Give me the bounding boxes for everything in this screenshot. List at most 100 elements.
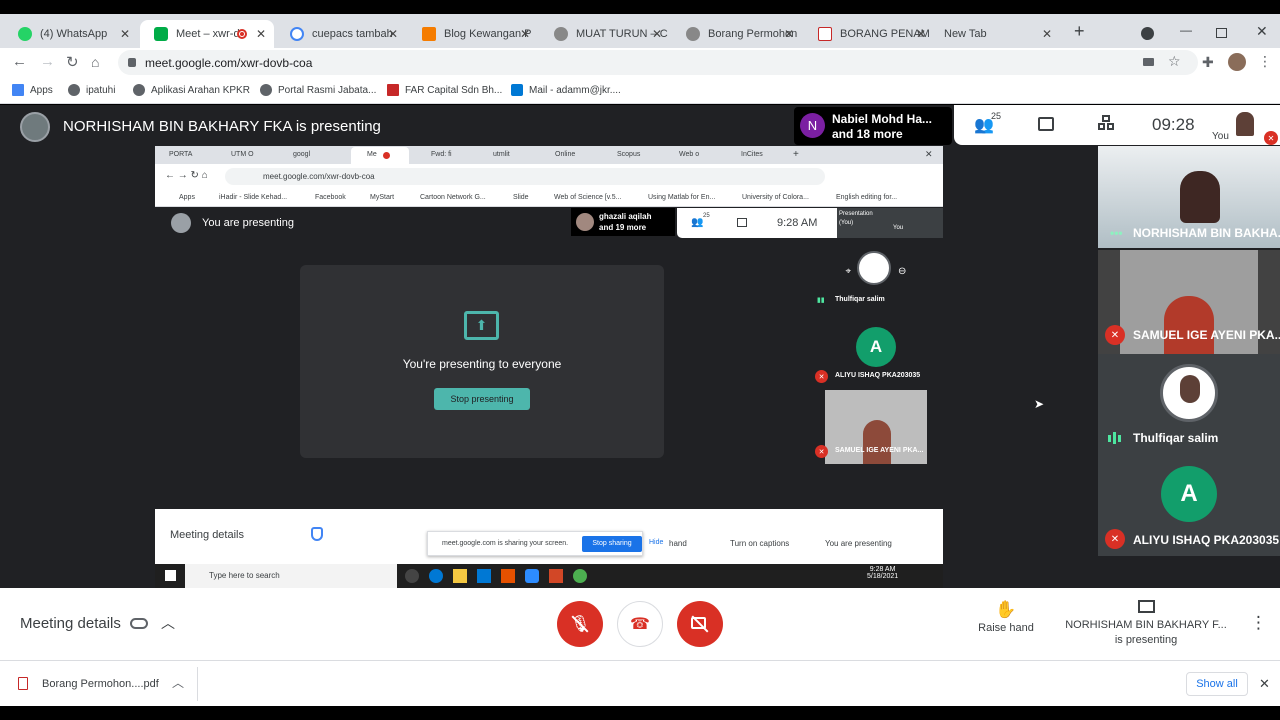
- reload-icon[interactable]: ↻: [66, 53, 79, 71]
- back-icon[interactable]: ←: [12, 53, 27, 70]
- url-text: meet.google.com/xwr-dovb-coa: [145, 56, 313, 70]
- shared-tab: InCites: [741, 151, 763, 158]
- close-icon[interactable]: ✕: [388, 27, 398, 41]
- bookmark-apps[interactable]: Apps: [12, 84, 53, 96]
- participant-tile[interactable]: ••• NORHISHAM BIN BAKHA...: [1098, 146, 1280, 248]
- close-icon[interactable]: ✕: [652, 27, 662, 41]
- tab-borang-penam[interactable]: BORANG PENAM ✕: [804, 20, 934, 48]
- shared-bookmark: University of Colora...: [742, 194, 809, 201]
- close-icon[interactable]: ✕: [256, 27, 266, 41]
- raise-hand-label: hand: [669, 539, 687, 548]
- speaker-avatar: N: [800, 113, 825, 138]
- close-icon[interactable]: ✕: [784, 27, 794, 41]
- pin-icon: ⌖: [845, 266, 852, 277]
- leave-call-button[interactable]: ☎: [617, 601, 663, 647]
- meet-top-controls: 👥 25 09:28 You ✕: [954, 105, 1280, 145]
- tab-search-icon[interactable]: [1141, 27, 1154, 40]
- presenter-banner: NORHISHAM BIN BAKHARY FKA is presenting: [63, 118, 381, 135]
- show-all-button[interactable]: Show all: [1186, 672, 1248, 696]
- star-icon[interactable]: ☆: [1168, 53, 1181, 70]
- menu-icon[interactable]: ⋮: [1258, 53, 1272, 70]
- meeting-clock: 9:28 AM: [777, 217, 818, 229]
- tab-blog[interactable]: Blog Kewangan P ✕: [408, 20, 538, 48]
- sharing-notice: meet.google.com is sharing your screen. …: [427, 531, 643, 556]
- participant-name: Thulfiqar salim: [835, 296, 885, 303]
- bookmark-portal[interactable]: Portal Rasmi Jabata...: [260, 84, 376, 96]
- hide-link: Hide: [649, 539, 664, 546]
- shared-bookmark: Slide: [513, 194, 529, 201]
- presenter-avatar: [171, 213, 191, 233]
- close-icon[interactable]: ✕: [120, 27, 130, 41]
- stop-presenting-button: Stop presenting: [434, 388, 530, 410]
- recording-icon: [237, 29, 247, 39]
- chat-icon[interactable]: [1038, 117, 1054, 131]
- restore-icon[interactable]: [1216, 28, 1227, 38]
- mic-off-icon: ✕: [1264, 131, 1278, 145]
- speaking-icon: ▮▮: [817, 297, 825, 304]
- camera-toggle-button[interactable]: [677, 601, 723, 647]
- meeting-details-button[interactable]: Meeting details: [20, 615, 121, 632]
- tab-new-tab[interactable]: New Tab ✕: [930, 20, 1060, 48]
- close-icon[interactable]: ✕: [520, 27, 530, 41]
- mic-toggle-button[interactable]: 🎙: [557, 601, 603, 647]
- close-download-bar-icon[interactable]: ✕: [1259, 676, 1270, 692]
- captions-label: Turn on captions: [730, 539, 790, 548]
- speaker-name: Nabiel Mohd Ha...: [832, 112, 933, 126]
- window-close-icon[interactable]: ✕: [1256, 23, 1268, 40]
- bookmark-mail[interactable]: Mail - adamm@jkr....: [511, 84, 621, 96]
- tab-cuepacs[interactable]: cuepacs tambah ✕: [276, 20, 406, 48]
- shared-tab: PORTA: [169, 151, 193, 158]
- forward-icon[interactable]: →: [40, 53, 55, 70]
- mouse-cursor-icon: ➤: [1034, 397, 1045, 411]
- close-icon[interactable]: ✕: [1042, 27, 1052, 41]
- zoom-icon: [525, 569, 539, 583]
- google-icon: [290, 27, 304, 41]
- tab-meet[interactable]: Meet – xwr-d ✕: [140, 20, 274, 48]
- lock-icon: [128, 58, 136, 67]
- participant-tile[interactable]: ✕ SAMUEL IGE AYENI PKA...: [1098, 250, 1280, 354]
- download-bar: Borang Permohon....pdf ︿ Show all ✕: [0, 660, 1280, 706]
- window-close-icon: ✕: [925, 149, 933, 159]
- bookmark-label: Mail - adamm@jkr....: [529, 84, 621, 96]
- download-item[interactable]: Borang Permohon....pdf ︿: [4, 667, 196, 701]
- raise-hand-button[interactable]: ✋ Raise hand: [970, 600, 1042, 646]
- presenting-card: ⬆ You're presenting to everyone Stop pre…: [300, 265, 664, 458]
- participant-tile[interactable]: A ✕ ALIYU ISHAQ PKA203035: [1098, 456, 1280, 556]
- tab-borang-permohonan[interactable]: Borang Permohon ✕: [672, 20, 802, 48]
- bookmark-ipatuhi[interactable]: ipatuhi: [68, 84, 115, 96]
- stop-sharing-button: Stop sharing: [582, 536, 642, 552]
- chevron-up-icon[interactable]: ︿: [172, 674, 184, 691]
- presenting-message: You're presenting to everyone: [402, 357, 562, 371]
- extensions-icon[interactable]: ✚: [1202, 54, 1214, 71]
- participant-avatar: A: [1161, 466, 1217, 522]
- participant-tile[interactable]: Thulfiqar salim: [1098, 354, 1280, 456]
- home-icon[interactable]: ⌂: [91, 54, 99, 70]
- tab-muat-turun[interactable]: MUAT TURUN – C ✕: [540, 20, 670, 48]
- bookmark-kpkr[interactable]: Aplikasi Arahan KPKR: [133, 84, 250, 96]
- taskbar-search: Type here to search: [185, 564, 397, 588]
- taskbar-search-text: Type here to search: [209, 571, 280, 580]
- globe-icon: [133, 84, 145, 96]
- activities-icon[interactable]: [1098, 115, 1114, 131]
- bookmark-far-capital[interactable]: FAR Capital Sdn Bh...: [387, 84, 502, 96]
- windows-start-icon: [165, 570, 176, 581]
- shared-toolbar: meet.google.com/xwr-dovb-coa ← → ↻ ⌂: [155, 164, 943, 189]
- chevron-up-icon[interactable]: ︿: [161, 613, 175, 633]
- minimize-icon[interactable]: —: [1180, 23, 1192, 37]
- presenting-status[interactable]: NORHISHAM BIN BAKHARY F... is presenting: [1060, 600, 1232, 650]
- outlook-icon: [511, 84, 523, 96]
- shared-tab: UTM O: [231, 151, 254, 158]
- profile-avatar[interactable]: [1228, 53, 1246, 71]
- self-label: You: [1212, 131, 1229, 142]
- tab-whatsapp[interactable]: (4) WhatsApp ✕: [4, 20, 138, 48]
- speaking-icon: •••: [1110, 226, 1123, 240]
- new-tab-button[interactable]: +: [1074, 21, 1085, 42]
- close-icon[interactable]: ✕: [916, 27, 926, 41]
- present-screen-icon: ⬆: [464, 311, 499, 340]
- shared-bookmark: Apps: [179, 194, 195, 201]
- address-bar[interactable]: meet.google.com/xwr-dovb-coa ☆: [118, 50, 1198, 75]
- more-options-icon[interactable]: ⋮: [1250, 613, 1267, 633]
- shared-bookmarks: Apps iHadir - Slide Kehad... Facebook My…: [155, 189, 943, 207]
- camera-icon[interactable]: [1143, 58, 1154, 66]
- site-icon: [686, 27, 700, 41]
